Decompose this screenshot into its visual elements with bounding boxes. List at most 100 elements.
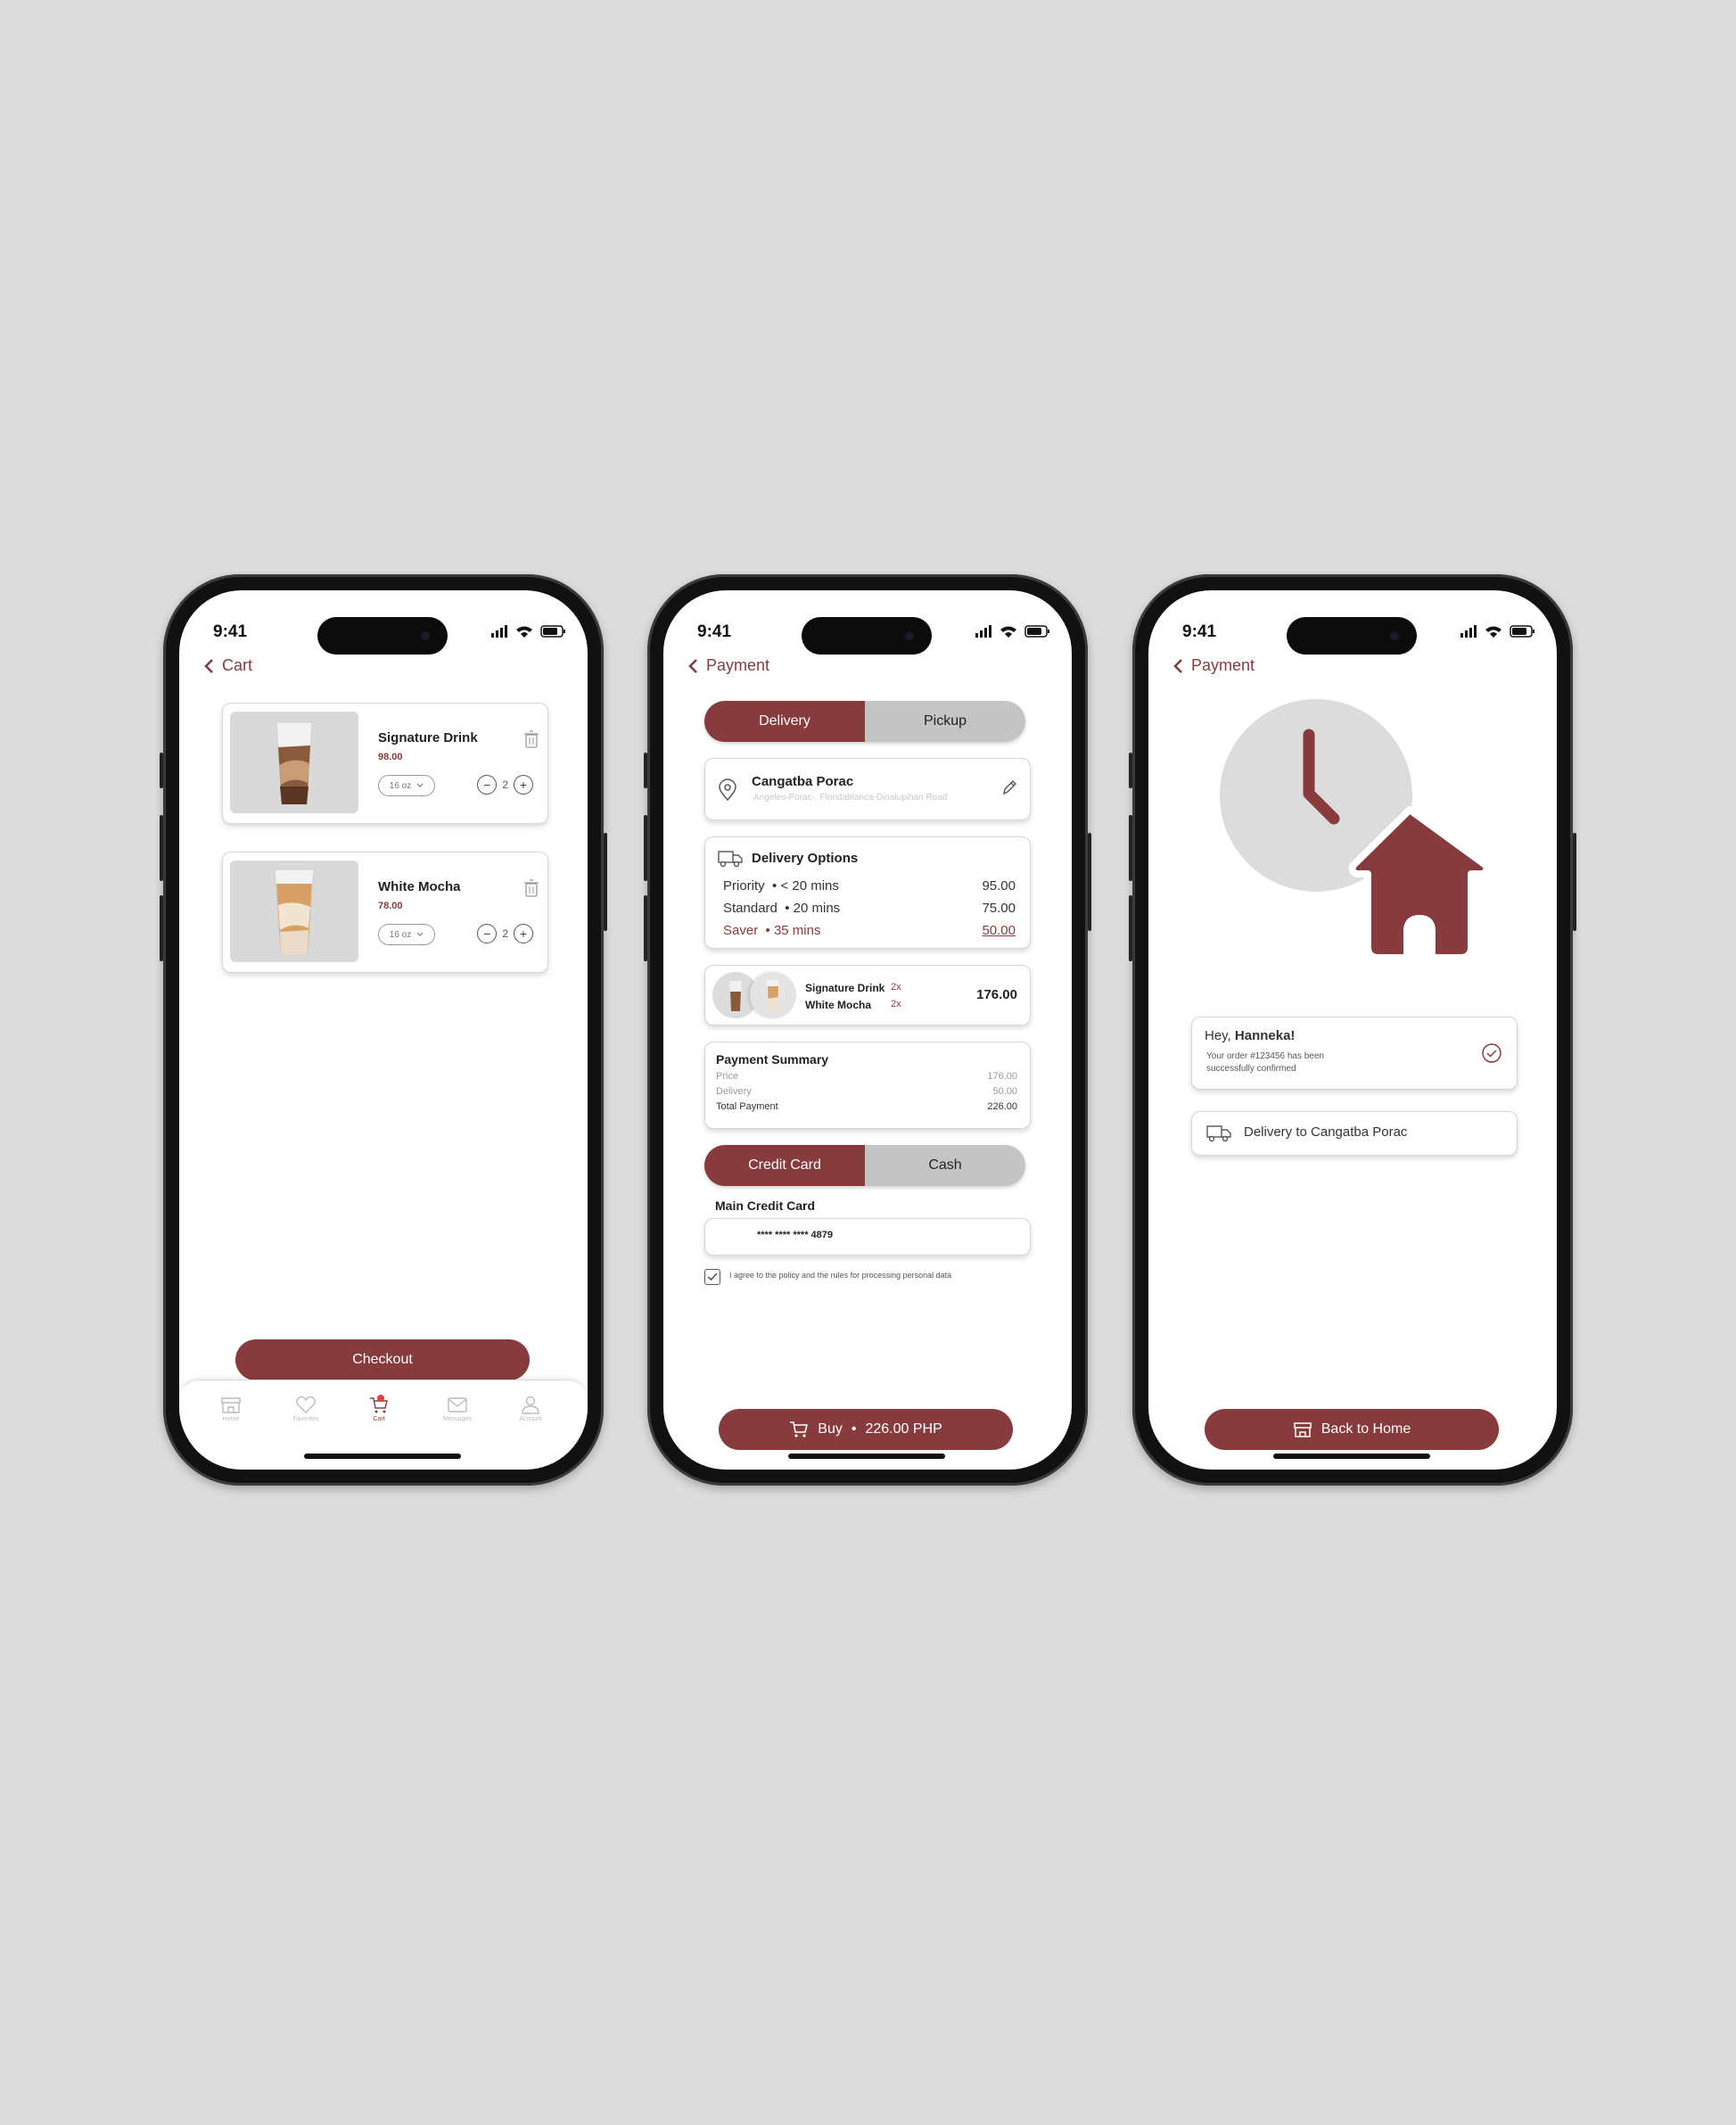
option-label-group: Standard • 20 mins [723, 901, 841, 916]
cart-screen: 9:41 Cart Signature Drink 98.00 16 oz − … [179, 590, 588, 1470]
back-label: Cart [222, 656, 253, 674]
payment-method-toggle: Credit Card Cash [704, 1145, 1025, 1186]
quantity-stepper: − 2 + [477, 924, 533, 943]
delivery-option-priority[interactable]: Priority • < 20 mins 95.00 [723, 878, 1016, 894]
chevron-left-icon [1173, 658, 1182, 673]
back-to-home-button[interactable]: Back to Home [1205, 1409, 1499, 1450]
tab-label: Home [222, 1416, 240, 1422]
order-item-qty: 2x [891, 999, 901, 1009]
store-icon [1294, 1422, 1312, 1437]
summary-value: 176.00 [987, 1071, 1017, 1082]
address-card[interactable]: Cangatba Porac Angeles-Porac-, Floridabl… [704, 758, 1031, 820]
back-button[interactable]: Payment [1172, 656, 1255, 675]
agree-text: I agree to the policy and the rules for … [729, 1271, 952, 1280]
status-time: 9:41 [213, 622, 248, 641]
buy-separator: • [851, 1421, 857, 1437]
delivery-option-saver[interactable]: Saver • 35 mins 50.00 [723, 923, 1016, 938]
delivery-options-card: Delivery Options Priority • < 20 mins 95… [704, 836, 1031, 949]
card-number: **** **** **** 4879 [757, 1230, 834, 1240]
tab-pickup[interactable]: Pickup [865, 701, 1025, 742]
card-label: Main Credit Card [715, 1198, 816, 1213]
status-icons [491, 625, 565, 638]
card-number-field[interactable]: **** **** **** 4879 [704, 1218, 1031, 1256]
trash-icon[interactable] [524, 879, 539, 897]
summary-value: 226.00 [987, 1101, 1017, 1112]
order-confirmed-card: Hey, Hanneka! Your order #123456 has bee… [1191, 1017, 1518, 1090]
address-name: Cangatba Porac [752, 774, 854, 789]
size-select[interactable]: 16 oz [378, 924, 435, 945]
option-price: 95.00 [982, 878, 1016, 894]
plus-button[interactable]: + [514, 924, 533, 943]
summary-label: Price [716, 1071, 739, 1082]
size-select[interactable]: 16 oz [378, 775, 435, 796]
address-line: Angeles-Porac-, Floridablanca-Dinalupiha… [753, 793, 948, 803]
truck-icon [718, 851, 743, 868]
cart-item[interactable]: White Mocha 78.00 16 oz − 2 + [222, 852, 548, 973]
delivery-mode-toggle: Delivery Pickup [704, 701, 1025, 742]
phone-payment: 9:41 Payment Delivery Pickup Cangatba Po… [644, 574, 1091, 1486]
tab-label: Account [519, 1416, 542, 1422]
buy-label: Buy [818, 1421, 843, 1437]
chevron-left-icon [688, 658, 697, 673]
tab-cash[interactable]: Cash [865, 1145, 1025, 1186]
chevron-down-icon [416, 783, 424, 787]
size-value: 16 oz [389, 780, 412, 791]
drink-thumb [750, 972, 796, 1018]
size-value: 16 oz [389, 929, 412, 940]
back-button[interactable]: Payment [687, 656, 769, 675]
delivery-option-standard[interactable]: Standard • 20 mins 75.00 [723, 901, 1016, 916]
option-label-group: Priority • < 20 mins [723, 878, 839, 894]
payment-summary-card: Payment Summary Price 176.00 Delivery 50… [704, 1042, 1031, 1129]
heart-icon [296, 1396, 316, 1413]
back-label: Payment [1191, 656, 1255, 674]
order-item-name: White Mocha [805, 999, 871, 1011]
tab-favorites[interactable]: Favorites [279, 1395, 333, 1422]
pencil-icon[interactable] [1001, 778, 1017, 796]
tab-delivery[interactable]: Delivery [704, 701, 865, 742]
minus-button[interactable]: − [477, 775, 498, 795]
location-pin-icon [719, 778, 736, 802]
order-total: 176.00 [976, 987, 1017, 1002]
home-indicator [788, 1454, 945, 1459]
agree-checkbox[interactable] [704, 1269, 720, 1285]
summary-label: Total Payment [716, 1101, 778, 1112]
option-price: 50.00 [982, 923, 1016, 938]
minus-button[interactable]: − [477, 924, 498, 943]
quantity-value: 2 [502, 927, 508, 940]
chevron-down-icon [416, 932, 424, 936]
clock-home-illustration [1220, 699, 1491, 961]
option-time: 20 mins [793, 901, 841, 916]
plus-button[interactable]: + [514, 775, 533, 795]
tab-account[interactable]: Account [504, 1395, 557, 1422]
quantity-stepper: − 2 + [477, 775, 533, 795]
confirm-message-line1: Your order #123456 has been [1206, 1051, 1324, 1061]
tab-credit-card[interactable]: Credit Card [704, 1145, 865, 1186]
status-time: 9:41 [697, 622, 732, 641]
order-items-card: Signature Drink 2x White Mocha 2x 176.00 [704, 965, 1031, 1025]
back-label: Payment [706, 656, 770, 674]
home-indicator [304, 1454, 461, 1459]
checkout-button[interactable]: Checkout [235, 1339, 530, 1380]
status-time: 9:41 [1182, 622, 1217, 641]
buy-button[interactable]: Buy • 226.00 PHP [719, 1409, 1013, 1450]
trash-icon[interactable] [524, 730, 539, 748]
tab-cart[interactable]: Cart [352, 1395, 406, 1422]
user-icon [522, 1396, 539, 1414]
option-label: Saver [723, 923, 759, 938]
truck-icon [1206, 1125, 1231, 1142]
cart-item[interactable]: Signature Drink 98.00 16 oz − 2 + [222, 703, 548, 824]
phone-confirmation: 9:41 Payment Hey, Hanneka! Your order #1… [1129, 574, 1576, 1486]
summary-title: Payment Summary [716, 1052, 829, 1067]
tab-messages[interactable]: Messages [431, 1395, 484, 1422]
product-image [230, 861, 358, 962]
order-item-name: Signature Drink [805, 982, 885, 994]
dynamic-island [317, 617, 448, 655]
check-icon [707, 1273, 718, 1281]
back-button[interactable]: Cart [202, 656, 252, 675]
buy-amount: 226.00 PHP [865, 1421, 942, 1437]
order-item-qty: 2x [891, 982, 901, 992]
option-price: 75.00 [982, 901, 1016, 916]
greeting-name: Hanneka! [1234, 1028, 1296, 1043]
dynamic-island [1287, 617, 1417, 655]
tab-home[interactable]: Home [204, 1395, 258, 1422]
